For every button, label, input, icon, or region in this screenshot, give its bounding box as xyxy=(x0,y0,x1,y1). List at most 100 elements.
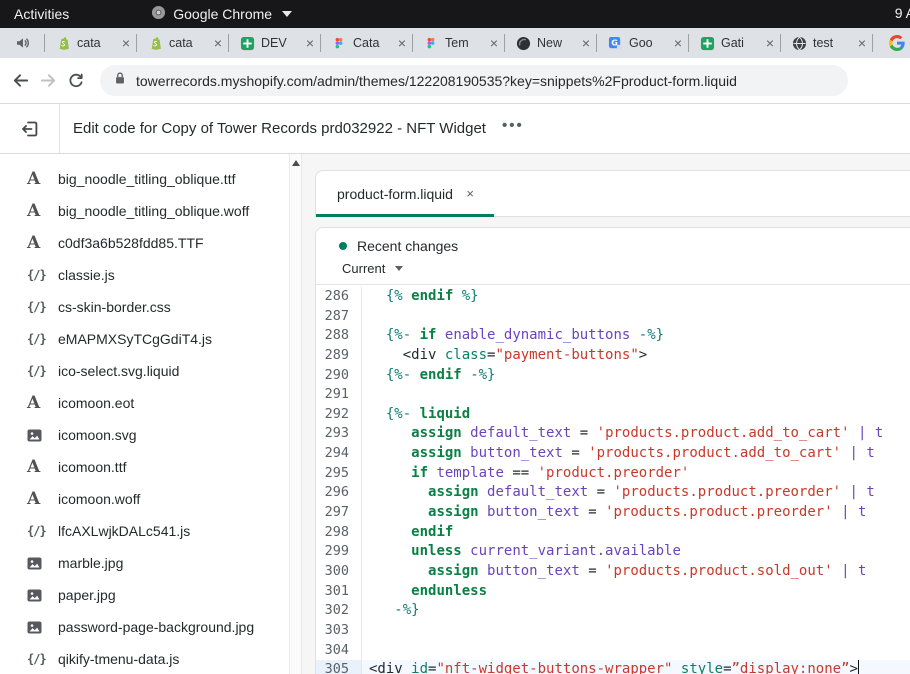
file-item[interactable]: {/}qikify-tmenu-data.js xyxy=(0,643,289,674)
lock-icon[interactable] xyxy=(114,71,126,90)
tab-close-icon[interactable]: × xyxy=(490,36,498,50)
browser-tab[interactable]: GGoo× xyxy=(597,28,688,58)
code-text[interactable]: assign button_text = 'products.product.s… xyxy=(362,562,910,582)
code-text[interactable]: assign default_text = 'products.product.… xyxy=(362,424,910,444)
tab-close-icon[interactable]: × xyxy=(306,36,314,50)
clipped-file-item[interactable]: A xyxy=(27,154,47,160)
tab-close-icon[interactable]: × xyxy=(122,36,130,50)
scroll-up-icon[interactable] xyxy=(292,160,300,166)
line-number: 303 xyxy=(316,621,362,641)
activities-button[interactable]: Activities xyxy=(14,6,69,22)
tab-close-icon[interactable]: × xyxy=(582,36,590,50)
file-item[interactable]: Abig_noodle_titling_oblique.ttf xyxy=(0,163,289,195)
chrome-app-menu[interactable]: Google Chrome xyxy=(151,5,292,23)
code-editor[interactable]: 286 {% endif %}287288 {%- if enable_dyna… xyxy=(316,285,910,674)
code-line[interactable]: 286 {% endif %} xyxy=(316,287,910,307)
file-name: icomoon.woff xyxy=(58,491,140,507)
browser-tab[interactable] xyxy=(873,35,905,51)
code-text[interactable] xyxy=(362,641,910,661)
browser-tab[interactable]: Tem× xyxy=(413,28,504,58)
version-dropdown[interactable]: Current xyxy=(316,261,910,276)
code-text[interactable]: assign button_text = 'products.product.a… xyxy=(362,444,910,464)
code-line[interactable]: 303 xyxy=(316,621,910,641)
file-item[interactable]: marble.jpg xyxy=(0,547,289,579)
file-item[interactable]: Aicomoon.eot xyxy=(0,387,289,419)
code-text[interactable]: unless current_variant.available xyxy=(362,542,910,562)
editor-file-tab[interactable]: product-form.liquid × xyxy=(316,171,494,216)
code-line[interactable]: 287 xyxy=(316,307,910,327)
code-text[interactable]: {%- endif -%} xyxy=(362,366,910,386)
code-line[interactable]: 295 if template == 'product.preorder' xyxy=(316,464,910,484)
file-item[interactable]: paper.jpg xyxy=(0,579,289,611)
browser-tab[interactable]: test× xyxy=(781,28,872,58)
code-line[interactable]: 298 endif xyxy=(316,523,910,543)
code-line[interactable]: 300 assign button_text = 'products.produ… xyxy=(316,562,910,582)
file-item[interactable]: {/}cs-skin-border.css xyxy=(0,291,289,323)
code-line[interactable]: 296 assign default_text = 'products.prod… xyxy=(316,483,910,503)
browser-tab[interactable]: Cata× xyxy=(321,28,412,58)
forward-button[interactable] xyxy=(34,67,62,95)
admin-header: Edit code for Copy of Tower Records prd0… xyxy=(0,104,910,154)
code-text[interactable]: -%} xyxy=(362,601,910,621)
code-line[interactable]: 292 {%- liquid xyxy=(316,405,910,425)
tab-close-icon[interactable]: × xyxy=(766,36,774,50)
code-line[interactable]: 288 {%- if enable_dynamic_buttons -%} xyxy=(316,326,910,346)
code-text[interactable]: {%- if enable_dynamic_buttons -%} xyxy=(362,326,910,346)
code-line[interactable]: 302 -%} xyxy=(316,601,910,621)
file-item[interactable]: password-page-background.jpg xyxy=(0,611,289,643)
browser-tab[interactable]: cata× xyxy=(45,28,136,58)
tab-close-icon[interactable]: × xyxy=(858,36,866,50)
code-text[interactable]: {%- liquid xyxy=(362,405,910,425)
code-line[interactable]: 290 {%- endif -%} xyxy=(316,366,910,386)
code-line[interactable]: 294 assign button_text = 'products.produ… xyxy=(316,444,910,464)
file-item[interactable]: Aicomoon.woff xyxy=(0,483,289,515)
code-text[interactable]: endif xyxy=(362,523,910,543)
file-item[interactable]: {/}classie.js xyxy=(0,259,289,291)
code-line[interactable]: 304 xyxy=(316,641,910,661)
file-item[interactable]: {/}ico-select.svg.liquid xyxy=(0,355,289,387)
sidebar-scrollbar[interactable] xyxy=(289,154,302,674)
exit-editor-button[interactable] xyxy=(0,104,60,153)
tab-close-icon[interactable]: × xyxy=(398,36,406,50)
more-actions-button[interactable]: ••• xyxy=(502,118,524,139)
file-item[interactable]: {/}lfcAXLwjkDALc541.js xyxy=(0,515,289,547)
line-number: 290 xyxy=(316,366,362,386)
omnibox[interactable]: towerrecords.myshopify.com/admin/themes/… xyxy=(100,65,848,96)
code-text[interactable]: assign button_text = 'products.product.p… xyxy=(362,503,910,523)
browser-tab[interactable]: cata× xyxy=(137,28,228,58)
tab-close-icon[interactable]: × xyxy=(214,36,222,50)
browser-tab[interactable]: Gati× xyxy=(689,28,780,58)
file-item[interactable]: icomoon.svg xyxy=(0,419,289,451)
file-item[interactable]: Abig_noodle_titling_oblique.woff xyxy=(0,195,289,227)
code-text[interactable] xyxy=(362,621,910,641)
code-text[interactable]: <div class="payment-buttons"> xyxy=(362,346,910,366)
line-number: 293 xyxy=(316,424,362,444)
url-text[interactable]: towerrecords.myshopify.com/admin/themes/… xyxy=(136,73,737,89)
clock[interactable]: 9 A xyxy=(895,5,910,21)
reload-button[interactable] xyxy=(62,67,90,95)
speaker-icon[interactable] xyxy=(0,35,44,51)
file-item[interactable]: Ac0df3a6b528fdd85.TTF xyxy=(0,227,289,259)
code-text[interactable]: if template == 'product.preorder' xyxy=(362,464,910,484)
line-number: 305 xyxy=(316,660,362,674)
code-line[interactable]: 291 xyxy=(316,385,910,405)
code-line[interactable]: 293 assign default_text = 'products.prod… xyxy=(316,424,910,444)
code-line[interactable]: 299 unless current_variant.available xyxy=(316,542,910,562)
code-text[interactable]: assign default_text = 'products.product.… xyxy=(362,483,910,503)
code-text[interactable]: <div id="nft-widget-buttons-wrapper" sty… xyxy=(362,660,910,674)
file-item[interactable]: Aicomoon.ttf xyxy=(0,451,289,483)
code-line[interactable]: 297 assign button_text = 'products.produ… xyxy=(316,503,910,523)
code-line[interactable]: 289 <div class="payment-buttons"> xyxy=(316,346,910,366)
browser-tab[interactable]: DEV× xyxy=(229,28,320,58)
code-text[interactable]: endunless xyxy=(362,582,910,602)
code-text[interactable] xyxy=(362,385,910,405)
back-button[interactable] xyxy=(6,67,34,95)
file-item[interactable]: {/}eMAPMXSyTCgGdiT4.js xyxy=(0,323,289,355)
code-text[interactable] xyxy=(362,307,910,327)
tab-close-icon[interactable]: × xyxy=(466,186,474,201)
code-line[interactable]: 305<div id="nft-widget-buttons-wrapper" … xyxy=(316,660,910,674)
code-line[interactable]: 301 endunless xyxy=(316,582,910,602)
code-text[interactable]: {% endif %} xyxy=(362,287,910,307)
tab-close-icon[interactable]: × xyxy=(674,36,682,50)
browser-tab[interactable]: New× xyxy=(505,28,596,58)
